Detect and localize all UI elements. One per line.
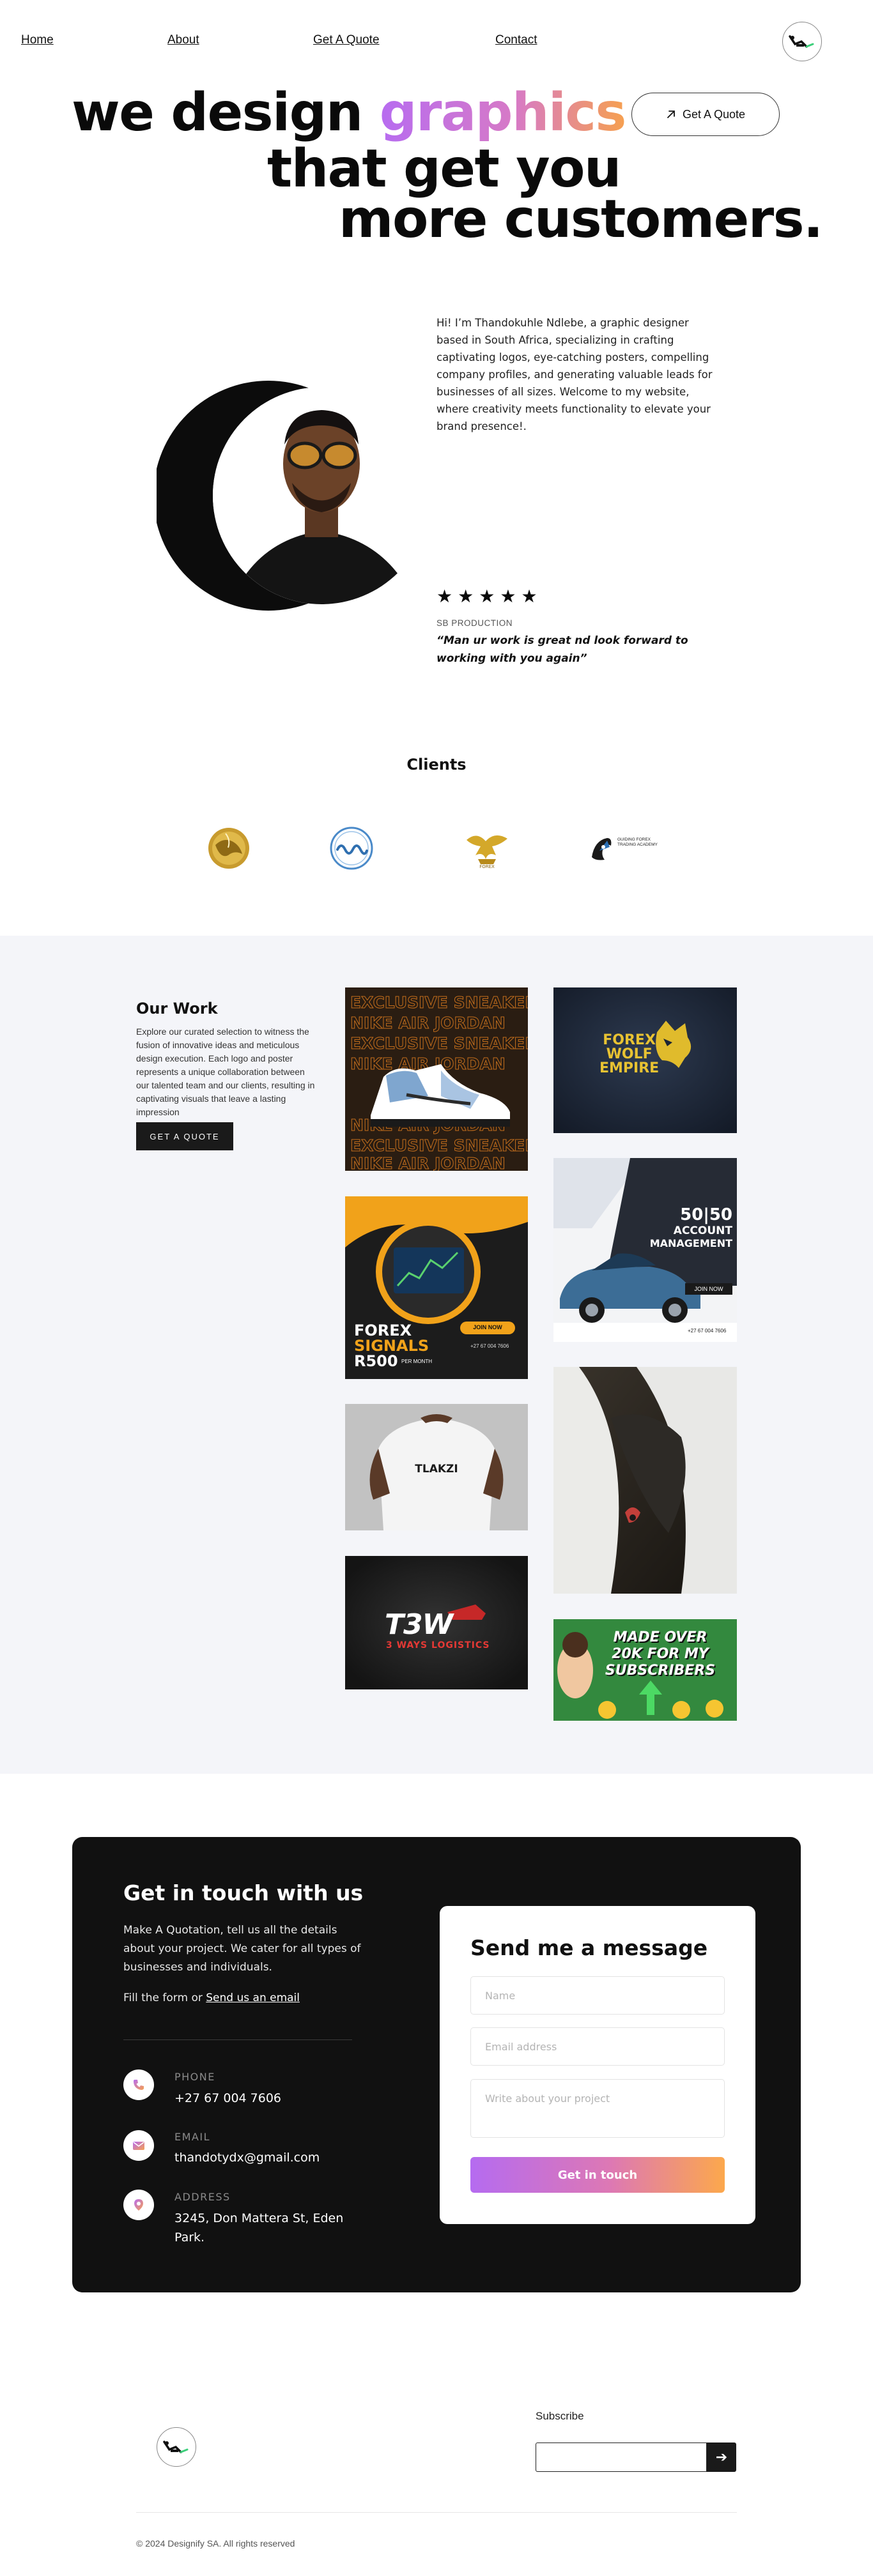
footer-logo-mark-icon [163,2441,189,2453]
arrow-up-right-icon [667,111,675,118]
account-heading: 50|50 [680,1205,732,1224]
hero-get-quote-label: Get A Quote [682,107,746,121]
location-icon [123,2190,154,2220]
footer-logo[interactable] [157,2427,196,2467]
nav-contact-link[interactable]: Contact [495,33,537,47]
star-icon: ★ [458,586,474,607]
sneaker-text-2: NIKE AIR JORDAN [350,1014,506,1032]
sneaker-text-7: NIKE AIR JORDAN [350,1154,506,1171]
email-input[interactable] [470,2027,725,2066]
sneaker-text-1: EXCLUSIVE SNEAKERS [350,993,528,1012]
work-tile-forex-signals[interactable]: FOREX SIGNALS R500 PER MONTH JOIN NOW +2… [345,1196,528,1379]
name-input[interactable] [470,1976,725,2015]
form-title: Send me a message [470,1935,708,1960]
client-logo-forex-academy: GUIDING FOREX TRADING ACADEMY [588,826,667,871]
signals-phone: +27 67 004 7606 [470,1343,509,1349]
gold-globe-logo-icon [208,828,249,869]
project-textarea[interactable] [470,2079,725,2138]
work-tile-subscribers[interactable]: MADE OVER 20K FOR MY SUBSCRIBERS [553,1619,737,1721]
signals-brand: FOREX [354,1322,412,1339]
phone-value: +27 67 004 7606 [174,2091,282,2105]
address-label: ADDRESS [174,2191,231,2203]
client-logo-gold-bird: FOREX [461,826,513,871]
star-icon: ★ [521,586,537,607]
logo-mark-icon [789,35,814,48]
account-sub1: ACCOUNT [673,1224,732,1237]
phone-label: PHONE [174,2071,215,2083]
hero-line-2: that get you [267,139,621,199]
clients-title: Clients [406,756,467,774]
work-description: Explore our curated selection to witness… [136,1026,315,1117]
contact-divider [123,2039,352,2040]
client-logo-blue-wave [327,826,376,871]
subscribers-text: MADE OVER 20K FOR MY SUBSCRIBERS [605,1629,716,1679]
work-tile-sneaker[interactable]: EXCLUSIVE SNEAKERS NIKE AIR JORDAN EXCLU… [345,987,528,1171]
star-icon: ★ [500,586,516,607]
work-tile-account-management[interactable]: 50|50 ACCOUNT MANAGEMENT JOIN NOW +27 67… [553,1158,737,1342]
work-tile-car-sticker[interactable] [553,1367,737,1594]
contact-title: Get in touch with us [123,1880,364,1905]
t3w-small: 3 WAYS LOGISTICS [386,1640,490,1650]
forex-academy-logo-icon [592,838,612,860]
subscribe-input[interactable] [536,2443,707,2472]
signals-price: R500 [354,1352,398,1370]
sneaker-text-3: EXCLUSIVE SNEAKERS [350,1034,528,1053]
hero-line-1: we design graphics [72,87,626,139]
nav-home-link[interactable]: Home [21,33,54,47]
copyright-text: © 2024 Designify SA. All rights reserved [136,2538,295,2549]
svg-text:FOREX: FOREX [479,864,495,869]
arrow-right-icon: ➔ [715,2449,728,2465]
hero-line-1-plain: we design [72,82,363,143]
nav-quote-link[interactable]: Get A Quote [313,33,380,47]
phone-icon [123,2069,154,2100]
sneaker-poster-art: EXCLUSIVE SNEAKERS NIKE AIR JORDAN EXCLU… [345,987,528,1171]
t3w-big: T3W [385,1608,453,1641]
work-tile-forex-wolf[interactable]: FOREX WOLF EMPIRE [553,987,737,1133]
forex-academy-label: GUIDING FOREX TRADING ACADEMY [617,837,658,847]
hero-line-3: more customers. [339,189,823,250]
testimonial-quote: “Man ur work is great nd look forward to… [436,634,688,665]
contact-fill-prefix: Fill the form or [123,1992,203,2004]
star-icon: ★ [479,586,495,607]
account-management-art [553,1158,737,1342]
footer-divider [136,2512,737,2513]
tshirt-text: TLAKZI [415,1463,458,1475]
rating-stars: ★ ★ ★ ★ ★ [436,588,537,606]
client-logo-gold-globe [205,826,253,871]
signals-cta: JOIN NOW [473,1324,502,1330]
address-value: 3245, Don Mattera St, Eden Park. [174,2211,344,2244]
forex-wolf-text: FOREX WOLF EMPIRE [599,1032,660,1076]
subscribe-label: Subscribe [536,2410,584,2422]
work-tile-t3w[interactable]: T3W 3 WAYS LOGISTICS [345,1556,528,1689]
about-bio: Hi! I’m Thandokuhle Ndlebe, a graphic de… [436,317,713,432]
subscribe-button[interactable]: ➔ [707,2443,736,2472]
account-phone: +27 67 004 7606 [688,1328,727,1334]
email-label: EMAIL [174,2131,210,2143]
work-title: Our Work [136,1000,218,1017]
designer-portrait [157,381,425,611]
nav-about-link[interactable]: About [167,33,199,47]
email-icon [123,2130,154,2161]
star-icon: ★ [436,586,453,607]
account-join-now: JOIN NOW [685,1283,732,1295]
gold-bird-logo-icon: FOREX [467,835,507,869]
contact-fill-text: Fill the form or Send us an email [123,1992,300,2004]
signals-title: SIGNALS [354,1337,429,1355]
site-logo[interactable] [782,22,822,61]
sneaker-text-6: EXCLUSIVE SNEAKERS [350,1136,528,1155]
car-sticker-photo [553,1367,737,1594]
work-get-quote-button[interactable]: GET A QUOTE [136,1122,233,1150]
account-sub2: MANAGEMENT [649,1237,732,1249]
email-value: thandotydx@gmail.com [174,2151,320,2165]
send-email-link[interactable]: Send us an email [206,1992,300,2004]
work-tile-tshirt[interactable]: TLAKZI [345,1404,528,1530]
blue-wave-logo-icon [330,827,373,870]
get-in-touch-button[interactable]: Get in touch [470,2157,725,2193]
hero-accent-word: graphics [379,82,627,143]
top-nav: Home About Get A Quote Contact [0,0,873,82]
signals-price-note: PER MONTH [401,1359,432,1364]
contact-description: Make A Quotation, tell us all the detail… [123,1924,361,1974]
testimonial-source: SB PRODUCTION [436,618,513,628]
hero-get-quote-button[interactable]: Get A Quote [631,93,780,136]
